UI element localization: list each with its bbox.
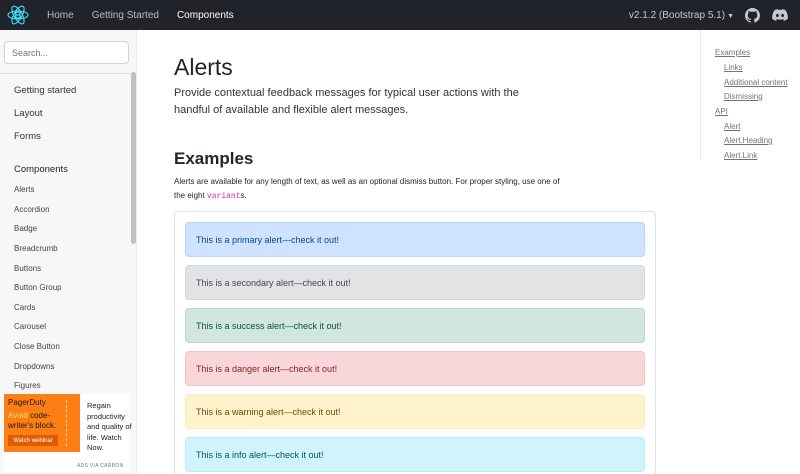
toc-links[interactable]: Links bbox=[724, 63, 743, 72]
carbon-ad[interactable]: PagerDuty Avoid code- writer's block. Wa… bbox=[4, 394, 133, 472]
nav-getting-started-link[interactable]: Getting Started bbox=[92, 10, 159, 21]
alert-info: This is a info alert—check it out! bbox=[185, 437, 645, 472]
svg-text:B: B bbox=[14, 11, 21, 22]
ad-decoration bbox=[66, 400, 74, 446]
sidebar-item-dropdowns[interactable]: Dropdowns bbox=[14, 362, 54, 371]
ad-via-carbon[interactable]: ADS VIA CARBON bbox=[77, 463, 123, 469]
react-bootstrap-logo-icon[interactable]: B bbox=[7, 4, 29, 26]
page-lead: Provide contextual feedback messages for… bbox=[174, 87, 519, 116]
nav-components-link[interactable]: Components bbox=[177, 10, 234, 21]
sidebar-divider bbox=[0, 73, 136, 74]
sidebar-item-cards[interactable]: Cards bbox=[14, 303, 35, 312]
caret-down-icon: ▼ bbox=[727, 12, 734, 20]
sidebar-item-close-button[interactable]: Close Button bbox=[14, 342, 60, 351]
sidebar-item-carousel[interactable]: Carousel bbox=[14, 322, 46, 331]
nav-home-link[interactable]: Home bbox=[47, 10, 74, 21]
alert-text: This is a info alert—check it out! bbox=[196, 449, 324, 460]
table-of-contents: Examples Links Additional content Dismis… bbox=[700, 30, 800, 160]
ad-image[interactable]: PagerDuty Avoid code- writer's block. Wa… bbox=[4, 394, 80, 452]
ad-headline-line1: Avoid code- bbox=[8, 411, 51, 420]
sidebar-item-accordion[interactable]: Accordion bbox=[14, 205, 50, 214]
alert-warning: This is a warning alert—check it out! bbox=[185, 394, 645, 429]
discord-icon[interactable] bbox=[772, 7, 788, 23]
variant-code[interactable]: variant bbox=[207, 192, 241, 201]
sidebar-item-getting-started[interactable]: Getting started bbox=[14, 85, 76, 96]
toc-alert[interactable]: Alert bbox=[724, 122, 740, 131]
toc-examples[interactable]: Examples bbox=[715, 48, 750, 57]
toc-alert-heading[interactable]: Alert.Heading bbox=[724, 136, 772, 145]
sidebar-item-figures[interactable]: Figures bbox=[14, 381, 41, 390]
sidebar-item-layout[interactable]: Layout bbox=[14, 108, 43, 119]
sidebar-item-components[interactable]: Components bbox=[14, 164, 68, 175]
sidebar-item-badge[interactable]: Badge bbox=[14, 224, 37, 233]
page-title: Alerts bbox=[174, 54, 233, 80]
alerts-example: This is a primary alert—check it out! Th… bbox=[174, 211, 656, 474]
sidebar-item-buttons[interactable]: Buttons bbox=[14, 264, 41, 273]
toc-dismissing[interactable]: Dismissing bbox=[724, 92, 763, 101]
alert-primary: This is a primary alert—check it out! bbox=[185, 222, 645, 257]
alert-text: This is a warning alert—check it out! bbox=[196, 406, 341, 417]
alert-text: This is a success alert—check it out! bbox=[196, 320, 342, 331]
github-icon[interactable] bbox=[744, 7, 760, 23]
sidebar-item-forms[interactable]: Forms bbox=[14, 131, 41, 142]
toc-api[interactable]: API bbox=[715, 107, 728, 116]
toc-additional-content[interactable]: Additional content bbox=[724, 78, 788, 87]
toc-alert-link[interactable]: Alert.Link bbox=[724, 151, 757, 160]
examples-description: Alerts are available for any length of t… bbox=[174, 177, 560, 201]
main-content: Alerts Provide contextual feedback messa… bbox=[137, 30, 697, 474]
top-navbar: B Home Getting Started Components v2.1.2… bbox=[0, 0, 800, 30]
ad-copy[interactable]: Regain productivity and quality of life.… bbox=[87, 401, 133, 454]
ad-headline-line2: writer's block. bbox=[8, 421, 57, 430]
sidebar-item-button-group[interactable]: Button Group bbox=[14, 283, 62, 292]
ad-watch-button[interactable]: Watch webinar bbox=[8, 435, 58, 446]
version-label: v2.1.2 (Bootstrap 5.1) bbox=[628, 9, 726, 21]
version-dropdown[interactable]: v2.1.2 (Bootstrap 5.1) ▼ bbox=[629, 10, 734, 21]
sidebar-item-breadcrumb[interactable]: Breadcrumb bbox=[14, 244, 58, 253]
ad-brand: PagerDuty bbox=[8, 398, 46, 407]
search-input[interactable] bbox=[4, 41, 129, 64]
alert-text: This is a primary alert—check it out! bbox=[196, 234, 340, 245]
sidebar-scrollbar[interactable] bbox=[131, 72, 136, 244]
alert-text: This is a danger alert—check it out! bbox=[196, 363, 338, 374]
alert-secondary: This is a secondary alert—check it out! bbox=[185, 265, 645, 300]
examples-heading: Examples bbox=[174, 149, 254, 168]
alert-danger: This is a danger alert—check it out! bbox=[185, 351, 645, 386]
alert-text: This is a secondary alert—check it out! bbox=[196, 277, 351, 288]
sidebar-item-alerts[interactable]: Alerts bbox=[14, 185, 34, 194]
alert-success: This is a success alert—check it out! bbox=[185, 308, 645, 343]
